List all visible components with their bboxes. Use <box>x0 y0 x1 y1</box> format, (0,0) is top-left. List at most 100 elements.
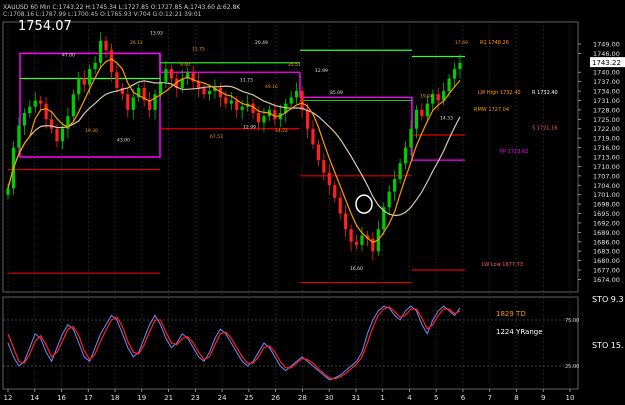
candle-body <box>88 69 92 85</box>
chart-window: R1 1748.26 LW High 1732.40 R 1732.40 RMW 17… <box>0 0 625 405</box>
candle-body <box>224 97 228 104</box>
swing-label: 26.12 <box>130 40 143 46</box>
stoch-range-label: 1224 YRange <box>496 328 543 336</box>
price-tick-label: 1692.00 <box>593 219 620 227</box>
date-tick-label: 9 <box>541 394 545 402</box>
swing-label: 11.73 <box>240 78 253 84</box>
candle-body <box>452 69 457 79</box>
candle-body <box>425 103 429 117</box>
swing-label: 15.75 <box>192 46 205 52</box>
level-label-lw-high: LW High 1732.40 <box>478 90 521 96</box>
price-tick-label: 1710.00 <box>593 163 620 171</box>
candle-body <box>295 91 299 98</box>
date-tick-label: 30 <box>325 394 334 402</box>
candle-body <box>104 40 108 51</box>
swing-label: 9.40 <box>180 62 190 68</box>
date-tick-label: 7 <box>487 394 491 402</box>
candle-body <box>169 69 173 79</box>
candle-body <box>131 97 135 110</box>
level-label-r1: R1 1748.26 <box>480 40 509 46</box>
candle-body <box>398 163 402 179</box>
current-price-label: 1743.22 <box>592 59 621 67</box>
candle-body <box>393 178 397 192</box>
candle-body <box>414 109 419 129</box>
price-tick-label: 1731.00 <box>593 97 620 105</box>
date-tick-label: 4 <box>407 394 412 402</box>
candle-body <box>420 109 424 117</box>
price-tick-label: 1698.00 <box>593 201 620 209</box>
candle-body <box>196 81 201 88</box>
price-tick-label: 1701.00 <box>593 191 620 199</box>
date-tick-label: 6 <box>461 394 466 402</box>
candle-body <box>153 94 157 110</box>
swing-label: 85.09 <box>330 90 343 96</box>
stoch-panel-label-mid: STO 15. <box>592 341 624 350</box>
price-tick-label: 1695.00 <box>593 210 620 218</box>
swing-label: 14.33 <box>440 115 453 121</box>
candle-body <box>98 40 103 63</box>
candle-body <box>147 100 152 110</box>
candle-body <box>164 69 168 82</box>
candle-body <box>82 78 86 85</box>
date-tick-label: 10 <box>566 394 575 402</box>
candle-body <box>262 116 266 123</box>
candle-body <box>305 109 310 129</box>
candle-body <box>240 106 244 110</box>
candle-body <box>316 144 321 161</box>
candle-body <box>436 94 440 101</box>
candle-body <box>202 87 206 95</box>
swing-label: 20.49 <box>255 40 268 46</box>
date-tick-label: 1 <box>380 394 384 402</box>
date-tick-label: 14 <box>30 394 39 402</box>
candle-body <box>158 81 163 95</box>
price-tick-label: 1677.00 <box>593 267 620 275</box>
swing-label: 19.24 <box>420 93 433 99</box>
date-tick-label: 26 <box>271 394 280 402</box>
price-tick-label: 1749.00 <box>593 40 620 48</box>
candle-body <box>60 128 65 142</box>
candle-body <box>387 191 391 208</box>
price-tick-label: 1746.00 <box>593 50 620 58</box>
candle-body <box>333 185 337 198</box>
candle-body <box>289 97 293 104</box>
price-tick-label: 1680.00 <box>593 257 620 265</box>
price-tick-label: 1686.00 <box>593 238 620 246</box>
date-tick-label: 16 <box>57 394 66 402</box>
swing-label: 47.00 <box>62 53 75 59</box>
candle-body <box>22 113 26 126</box>
price-tick-label: 1725.00 <box>593 116 620 124</box>
price-tick-label: 1722.00 <box>593 125 620 133</box>
candle-body <box>344 213 348 230</box>
big-price-label: 1754.07 <box>18 19 72 34</box>
candle-body <box>354 241 359 245</box>
price-tick-label: 1713.00 <box>593 154 620 162</box>
candle-body <box>49 119 54 129</box>
price-tick-label: 1716.00 <box>593 144 620 152</box>
candle-body <box>77 78 81 95</box>
price-tick-label: 1707.00 <box>593 172 620 180</box>
price-tick-label: 1674.00 <box>593 276 620 284</box>
price-tick-label: 1704.00 <box>593 182 620 190</box>
ohlc-header: XAUUSD 60 Min C:1743.22 H:1745.34 L:1727… <box>3 4 241 11</box>
stoch-level-label: 25.00 <box>565 364 579 370</box>
swing-label: 17.69 <box>455 40 468 46</box>
date-tick-label: 24 <box>218 394 227 402</box>
date-tick-label: 18 <box>111 394 120 402</box>
date-tick-label: 12 <box>4 394 13 402</box>
date-tick-label: 21 <box>164 394 173 402</box>
swing-label: 12.99 <box>243 125 256 131</box>
study-header: C:1708.16 L:1787.99 L:1700.45 O:1765.93 … <box>3 11 202 18</box>
candle-body <box>360 235 364 245</box>
swing-label: 25.51 <box>288 62 301 68</box>
date-tick-label: 28 <box>298 394 307 402</box>
swing-label: 13.93 <box>150 31 163 37</box>
stoch-panel-label-top: STO 9.3 <box>592 295 624 304</box>
candle-body <box>327 172 331 186</box>
candle-body <box>93 62 97 70</box>
chart-canvas[interactable]: R1 1748.26 LW High 1732.40 R 1732.40 RMW 17… <box>0 0 625 405</box>
candle-body <box>39 100 43 104</box>
level-label-lw-low: LW Low 1677.73 <box>482 262 523 268</box>
candle-body <box>55 128 59 142</box>
candle-body <box>338 197 342 214</box>
candle-body <box>71 94 75 117</box>
